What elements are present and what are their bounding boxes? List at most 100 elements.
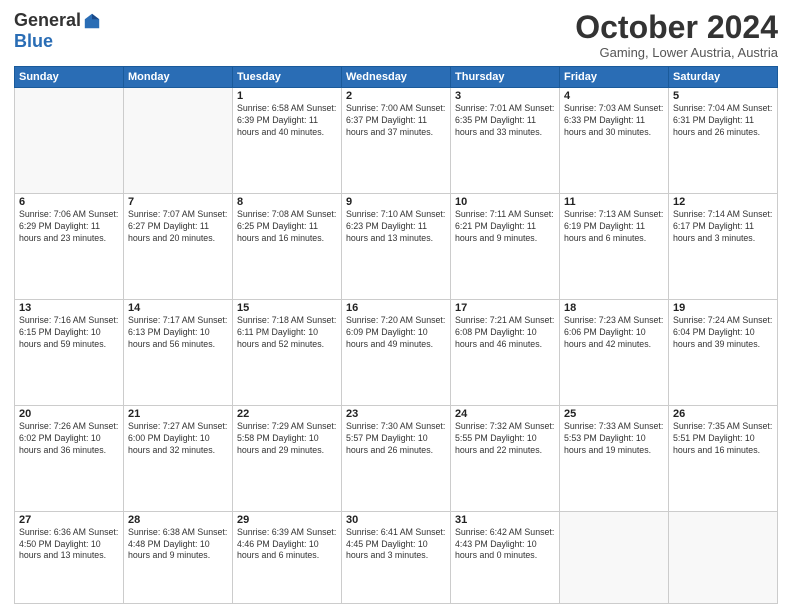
day-number: 11 (564, 196, 664, 208)
day-number: 23 (346, 408, 446, 420)
day-info: Sunrise: 7:13 AM Sunset: 6:19 PM Dayligh… (564, 209, 664, 245)
day-number: 25 (564, 408, 664, 420)
day-info: Sunrise: 6:42 AM Sunset: 4:43 PM Dayligh… (455, 527, 555, 563)
day-number: 4 (564, 90, 664, 102)
table-row: 8Sunrise: 7:08 AM Sunset: 6:25 PM Daylig… (233, 194, 342, 300)
day-number: 18 (564, 302, 664, 314)
table-row: 7Sunrise: 7:07 AM Sunset: 6:27 PM Daylig… (124, 194, 233, 300)
day-info: Sunrise: 7:23 AM Sunset: 6:06 PM Dayligh… (564, 315, 664, 351)
table-row: 27Sunrise: 6:36 AM Sunset: 4:50 PM Dayli… (15, 511, 124, 603)
day-info: Sunrise: 6:36 AM Sunset: 4:50 PM Dayligh… (19, 527, 119, 563)
table-row: 17Sunrise: 7:21 AM Sunset: 6:08 PM Dayli… (451, 299, 560, 405)
day-number: 9 (346, 196, 446, 208)
day-info: Sunrise: 7:30 AM Sunset: 5:57 PM Dayligh… (346, 421, 446, 457)
header-thursday: Thursday (451, 67, 560, 88)
day-number: 31 (455, 514, 555, 526)
day-number: 2 (346, 90, 446, 102)
table-row: 28Sunrise: 6:38 AM Sunset: 4:48 PM Dayli… (124, 511, 233, 603)
table-row (15, 88, 124, 194)
table-row: 24Sunrise: 7:32 AM Sunset: 5:55 PM Dayli… (451, 405, 560, 511)
day-number: 13 (19, 302, 119, 314)
day-info: Sunrise: 7:27 AM Sunset: 6:00 PM Dayligh… (128, 421, 228, 457)
day-info: Sunrise: 6:41 AM Sunset: 4:45 PM Dayligh… (346, 527, 446, 563)
table-row: 16Sunrise: 7:20 AM Sunset: 6:09 PM Dayli… (342, 299, 451, 405)
table-row: 11Sunrise: 7:13 AM Sunset: 6:19 PM Dayli… (560, 194, 669, 300)
logo-blue: Blue (14, 31, 53, 52)
table-row: 23Sunrise: 7:30 AM Sunset: 5:57 PM Dayli… (342, 405, 451, 511)
table-row (124, 88, 233, 194)
calendar-header-row: Sunday Monday Tuesday Wednesday Thursday… (15, 67, 778, 88)
day-info: Sunrise: 7:17 AM Sunset: 6:13 PM Dayligh… (128, 315, 228, 351)
table-row: 12Sunrise: 7:14 AM Sunset: 6:17 PM Dayli… (669, 194, 778, 300)
table-row (669, 511, 778, 603)
table-row: 6Sunrise: 7:06 AM Sunset: 6:29 PM Daylig… (15, 194, 124, 300)
table-row: 20Sunrise: 7:26 AM Sunset: 6:02 PM Dayli… (15, 405, 124, 511)
day-info: Sunrise: 7:04 AM Sunset: 6:31 PM Dayligh… (673, 103, 773, 139)
day-info: Sunrise: 6:58 AM Sunset: 6:39 PM Dayligh… (237, 103, 337, 139)
day-info: Sunrise: 7:21 AM Sunset: 6:08 PM Dayligh… (455, 315, 555, 351)
header-wednesday: Wednesday (342, 67, 451, 88)
day-info: Sunrise: 7:14 AM Sunset: 6:17 PM Dayligh… (673, 209, 773, 245)
table-row: 26Sunrise: 7:35 AM Sunset: 5:51 PM Dayli… (669, 405, 778, 511)
day-number: 14 (128, 302, 228, 314)
table-row: 2Sunrise: 7:00 AM Sunset: 6:37 PM Daylig… (342, 88, 451, 194)
logo-general: General (14, 10, 81, 31)
day-number: 28 (128, 514, 228, 526)
table-row: 3Sunrise: 7:01 AM Sunset: 6:35 PM Daylig… (451, 88, 560, 194)
day-info: Sunrise: 7:24 AM Sunset: 6:04 PM Dayligh… (673, 315, 773, 351)
table-row: 9Sunrise: 7:10 AM Sunset: 6:23 PM Daylig… (342, 194, 451, 300)
table-row: 19Sunrise: 7:24 AM Sunset: 6:04 PM Dayli… (669, 299, 778, 405)
table-row: 21Sunrise: 7:27 AM Sunset: 6:00 PM Dayli… (124, 405, 233, 511)
day-info: Sunrise: 7:18 AM Sunset: 6:11 PM Dayligh… (237, 315, 337, 351)
title-block: October 2024 Gaming, Lower Austria, Aust… (575, 10, 778, 60)
day-number: 12 (673, 196, 773, 208)
table-row: 25Sunrise: 7:33 AM Sunset: 5:53 PM Dayli… (560, 405, 669, 511)
day-info: Sunrise: 7:26 AM Sunset: 6:02 PM Dayligh… (19, 421, 119, 457)
day-info: Sunrise: 7:03 AM Sunset: 6:33 PM Dayligh… (564, 103, 664, 139)
day-info: Sunrise: 7:29 AM Sunset: 5:58 PM Dayligh… (237, 421, 337, 457)
day-info: Sunrise: 7:11 AM Sunset: 6:21 PM Dayligh… (455, 209, 555, 245)
day-info: Sunrise: 7:08 AM Sunset: 6:25 PM Dayligh… (237, 209, 337, 245)
table-row: 22Sunrise: 7:29 AM Sunset: 5:58 PM Dayli… (233, 405, 342, 511)
month-title: October 2024 (575, 10, 778, 45)
day-info: Sunrise: 7:10 AM Sunset: 6:23 PM Dayligh… (346, 209, 446, 245)
day-info: Sunrise: 7:01 AM Sunset: 6:35 PM Dayligh… (455, 103, 555, 139)
day-number: 15 (237, 302, 337, 314)
header-friday: Friday (560, 67, 669, 88)
calendar-table: Sunday Monday Tuesday Wednesday Thursday… (14, 66, 778, 604)
day-number: 16 (346, 302, 446, 314)
table-row: 31Sunrise: 6:42 AM Sunset: 4:43 PM Dayli… (451, 511, 560, 603)
logo: General Blue (14, 10, 101, 52)
day-number: 7 (128, 196, 228, 208)
page: General Blue October 2024 Gaming, Lower … (0, 0, 792, 612)
day-number: 6 (19, 196, 119, 208)
day-number: 30 (346, 514, 446, 526)
subtitle: Gaming, Lower Austria, Austria (575, 45, 778, 60)
header-sunday: Sunday (15, 67, 124, 88)
table-row: 18Sunrise: 7:23 AM Sunset: 6:06 PM Dayli… (560, 299, 669, 405)
table-row: 10Sunrise: 7:11 AM Sunset: 6:21 PM Dayli… (451, 194, 560, 300)
day-number: 3 (455, 90, 555, 102)
day-info: Sunrise: 7:20 AM Sunset: 6:09 PM Dayligh… (346, 315, 446, 351)
day-number: 21 (128, 408, 228, 420)
table-row: 13Sunrise: 7:16 AM Sunset: 6:15 PM Dayli… (15, 299, 124, 405)
day-number: 19 (673, 302, 773, 314)
day-number: 26 (673, 408, 773, 420)
day-info: Sunrise: 7:35 AM Sunset: 5:51 PM Dayligh… (673, 421, 773, 457)
table-row (560, 511, 669, 603)
day-info: Sunrise: 7:33 AM Sunset: 5:53 PM Dayligh… (564, 421, 664, 457)
day-number: 29 (237, 514, 337, 526)
table-row: 1Sunrise: 6:58 AM Sunset: 6:39 PM Daylig… (233, 88, 342, 194)
header: General Blue October 2024 Gaming, Lower … (14, 10, 778, 60)
day-number: 17 (455, 302, 555, 314)
day-number: 8 (237, 196, 337, 208)
day-info: Sunrise: 7:16 AM Sunset: 6:15 PM Dayligh… (19, 315, 119, 351)
day-info: Sunrise: 7:32 AM Sunset: 5:55 PM Dayligh… (455, 421, 555, 457)
header-monday: Monday (124, 67, 233, 88)
day-number: 5 (673, 90, 773, 102)
day-info: Sunrise: 6:39 AM Sunset: 4:46 PM Dayligh… (237, 527, 337, 563)
header-saturday: Saturday (669, 67, 778, 88)
table-row: 4Sunrise: 7:03 AM Sunset: 6:33 PM Daylig… (560, 88, 669, 194)
day-number: 20 (19, 408, 119, 420)
day-number: 27 (19, 514, 119, 526)
